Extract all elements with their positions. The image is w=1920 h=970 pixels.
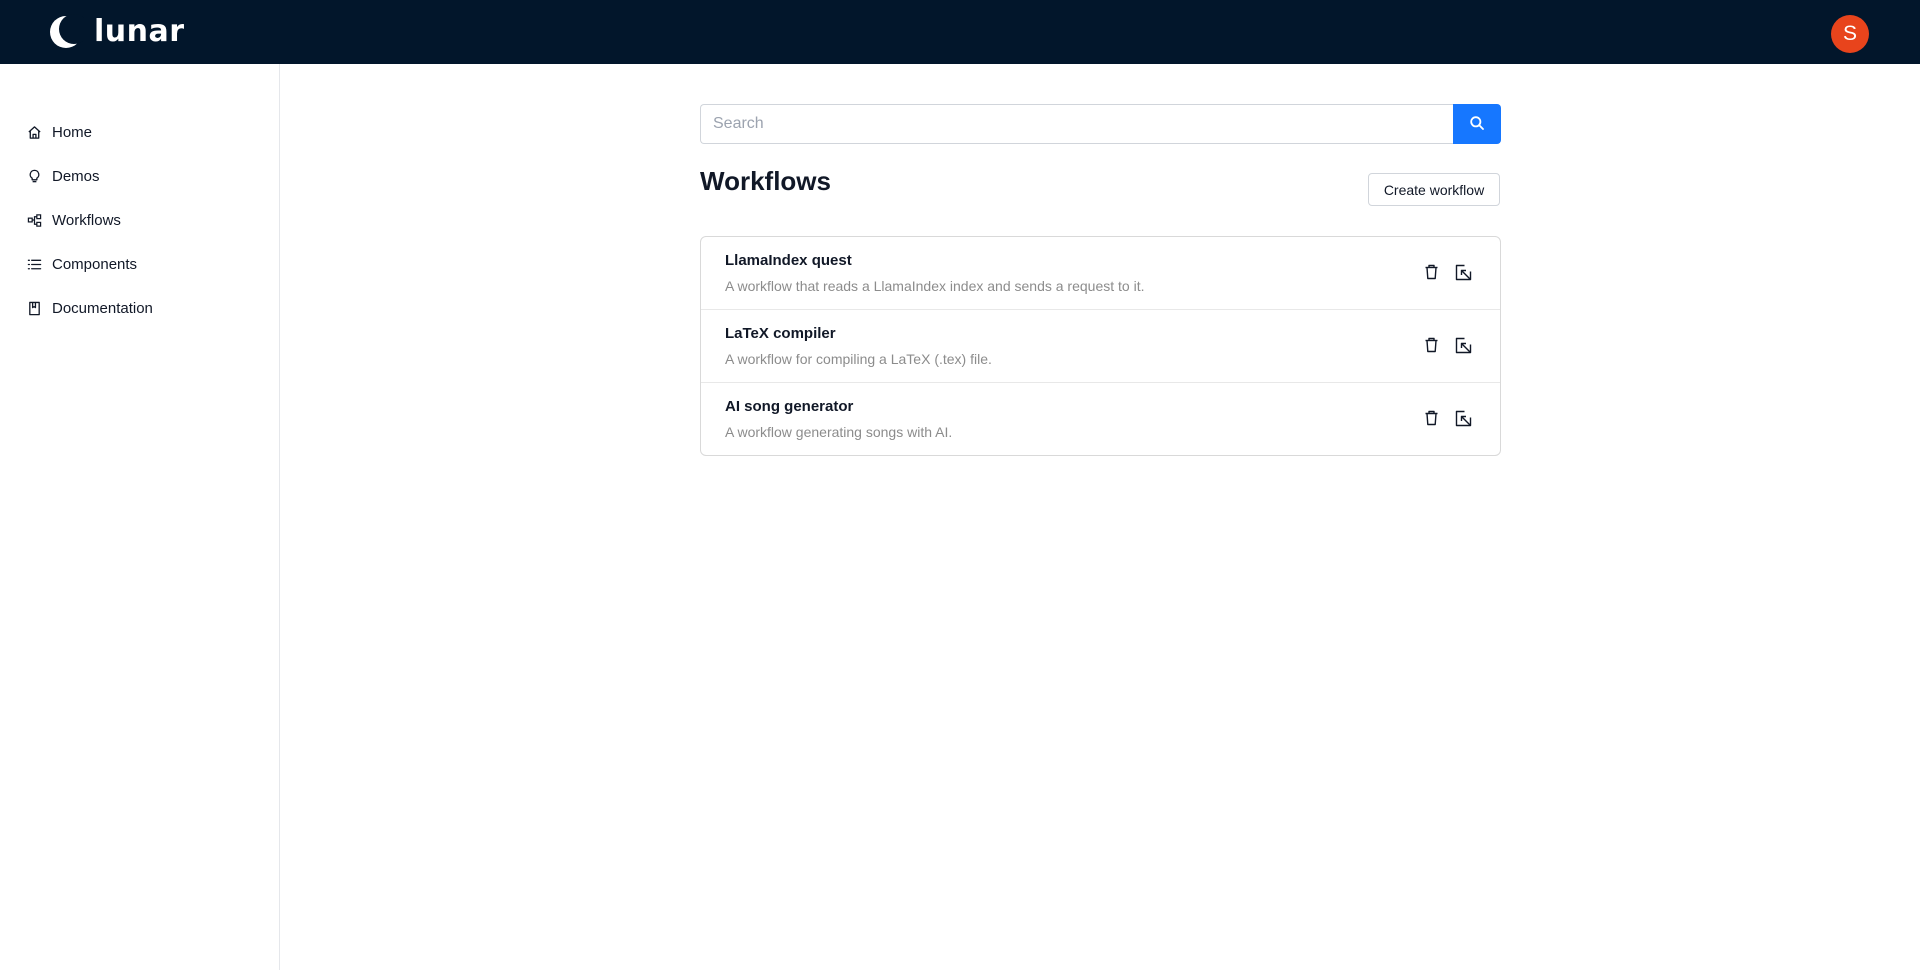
workflow-actions xyxy=(1422,263,1472,281)
workflow-description: A workflow that reads a LlamaIndex index… xyxy=(725,278,1145,294)
sidebar-item-label: Home xyxy=(52,123,93,141)
list-item[interactable]: LaTeX compiler A workflow for compiling … xyxy=(701,310,1500,383)
workflow-actions xyxy=(1422,336,1472,354)
lightbulb-icon xyxy=(26,168,42,184)
book-icon xyxy=(26,300,42,316)
workflow-list: LlamaIndex quest A workflow that reads a… xyxy=(700,236,1501,456)
search-input[interactable] xyxy=(700,104,1453,144)
list-item[interactable]: LlamaIndex quest A workflow that reads a… xyxy=(701,237,1500,310)
search-bar xyxy=(700,104,1501,144)
open-icon[interactable] xyxy=(1454,336,1472,354)
workflow-description: A workflow for compiling a LaTeX (.tex) … xyxy=(725,351,992,367)
open-icon[interactable] xyxy=(1454,409,1472,427)
sidebar-item-demos[interactable]: Demos xyxy=(26,163,100,189)
workflow-title: LlamaIndex quest xyxy=(725,252,852,269)
delete-icon[interactable] xyxy=(1422,263,1440,281)
sidebar: Home Demos Workflows Components Document… xyxy=(0,64,280,970)
sidebar-item-home[interactable]: Home xyxy=(26,119,92,145)
moon-logo-icon xyxy=(48,14,84,50)
sidebar-item-components[interactable]: Components xyxy=(26,251,137,277)
logo[interactable]: lunar xyxy=(48,14,185,50)
workflow-icon xyxy=(26,212,42,228)
workflow-description: A workflow generating songs with AI. xyxy=(725,424,953,440)
home-icon xyxy=(26,124,42,140)
delete-icon[interactable] xyxy=(1422,336,1440,354)
sidebar-item-label: Demos xyxy=(52,167,100,185)
sidebar-item-label: Documentation xyxy=(52,299,153,317)
create-workflow-button[interactable]: Create workflow xyxy=(1368,173,1500,206)
workflow-actions xyxy=(1422,409,1472,427)
open-icon[interactable] xyxy=(1454,263,1472,281)
search-icon xyxy=(1469,115,1485,134)
search-button[interactable] xyxy=(1453,104,1501,144)
user-avatar[interactable]: S xyxy=(1831,15,1869,53)
workflow-title: LaTeX compiler xyxy=(725,325,836,342)
sidebar-item-workflows[interactable]: Workflows xyxy=(26,207,121,233)
list-item[interactable]: AI song generator A workflow generating … xyxy=(701,383,1500,455)
list-icon xyxy=(26,256,42,272)
sidebar-item-label: Workflows xyxy=(52,211,121,229)
sidebar-item-label: Components xyxy=(52,255,138,273)
page-title: Workflows xyxy=(700,166,831,196)
top-bar: lunar S xyxy=(0,0,1920,64)
brand-name: lunar xyxy=(94,14,185,49)
workflow-title: AI song generator xyxy=(725,398,854,415)
delete-icon[interactable] xyxy=(1422,409,1440,427)
sidebar-item-documentation[interactable]: Documentation xyxy=(26,295,153,321)
